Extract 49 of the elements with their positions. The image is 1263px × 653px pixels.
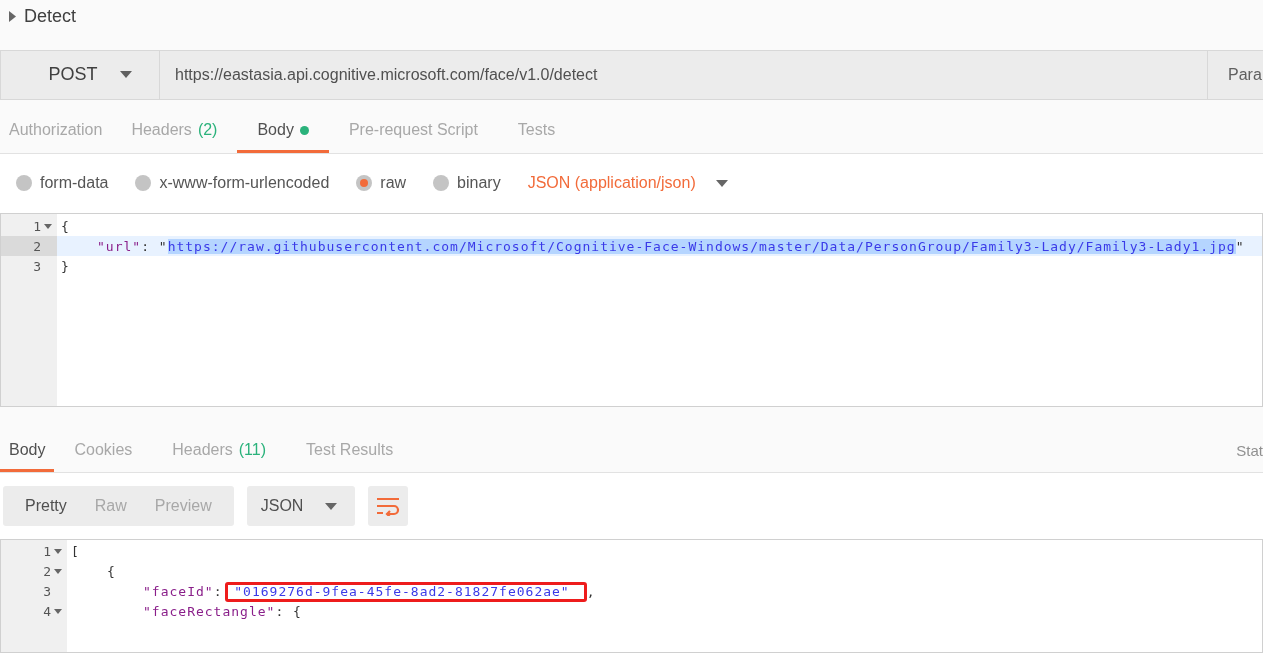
url-field[interactable]: https://eastasia.api.cognitive.microsoft.com/face/v1.0/detect — [160, 50, 1207, 100]
line-number: 2 — [1, 236, 57, 257]
params-button[interactable]: Para — [1207, 50, 1263, 100]
line-number: 2 — [1, 561, 67, 582]
radio-button[interactable] — [433, 175, 450, 192]
view-mode-button[interactable]: Pretty — [11, 486, 81, 527]
line-number: 3 — [42, 583, 52, 602]
code-punctuation: { — [107, 564, 116, 580]
json-string: https://raw.githubusercontent.com/Microsoft/Cognitive-Face-Windows/master/Data/PersonGroup/Family3-Lady/Family3-Lady1.jpg — [167, 238, 1236, 254]
tab-count: (2) — [197, 121, 218, 140]
code-punctuation: { — [61, 218, 70, 234]
format-dropdown[interactable]: JSON (application/json) — [527, 174, 728, 193]
body-type-radio[interactable]: form-data — [16, 174, 109, 193]
line-number: 4 — [1, 601, 67, 622]
body-type-radio[interactable]: raw — [356, 174, 407, 193]
fold-caret-icon[interactable] — [44, 223, 52, 229]
json-key: "faceRectangle" — [143, 604, 276, 620]
fold-caret-icon[interactable] — [54, 609, 62, 615]
line-number: 1 — [1, 216, 57, 237]
caret-icon — [715, 180, 728, 187]
fold-caret-icon[interactable] — [54, 549, 62, 555]
line-number: 1 — [1, 541, 67, 562]
radio-button[interactable] — [356, 175, 373, 192]
body-type-radio[interactable]: binary — [433, 174, 501, 193]
code-punctuation: " — [1235, 238, 1245, 254]
wrap-lines-button[interactable] — [368, 486, 409, 527]
radio-button[interactable] — [135, 175, 152, 192]
caret-icon — [119, 71, 132, 79]
json-key: "url" — [97, 238, 142, 254]
line-number: 3 — [32, 257, 42, 276]
fold-caret-icon[interactable] — [54, 569, 62, 575]
body-type-radio[interactable]: x-www-form-urlencoded — [135, 174, 330, 193]
wrap-icon — [376, 496, 401, 517]
caret-icon — [325, 502, 338, 510]
request-title: Detect — [24, 6, 77, 28]
tab-count: (11) — [238, 440, 267, 459]
expand-triangle-icon[interactable] — [9, 11, 16, 23]
status-label: Stat — [1236, 441, 1263, 459]
highlighted-json-string: "0169276d-9fea-45fe-8ad2-81827fe062ae" — [225, 581, 587, 602]
response-format-dropdown[interactable]: JSON — [246, 486, 356, 527]
code-punctuation: : " — [141, 238, 168, 254]
code-punctuation: : — [213, 584, 224, 600]
method-dropdown[interactable]: POST — [0, 50, 160, 100]
json-key: "faceId" — [143, 584, 214, 600]
code-punctuation: [ — [71, 544, 80, 560]
code-punctuation: , — [586, 584, 596, 600]
code-punctuation: } — [61, 258, 70, 274]
radio-button[interactable] — [16, 175, 32, 192]
code-punctuation: : { — [275, 604, 302, 620]
